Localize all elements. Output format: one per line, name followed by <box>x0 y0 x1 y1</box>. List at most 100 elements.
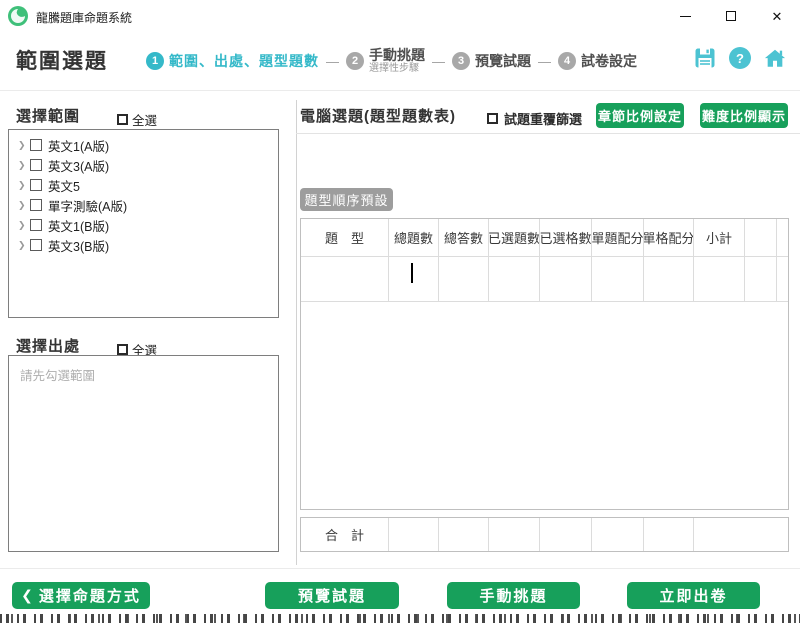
tree-item-checkbox[interactable] <box>30 139 42 151</box>
help-icon[interactable]: ? <box>729 47 751 69</box>
chevron-right-icon[interactable]: ❯ <box>18 140 30 151</box>
tree-item-label: 單字測驗(A版) <box>48 196 127 215</box>
col-header-total-answers: 總答數 <box>439 219 489 257</box>
duplicate-filter-label: 試題重覆篩選 <box>504 109 582 128</box>
total-cell <box>592 518 644 551</box>
chevron-left-icon: ❮ <box>21 587 33 604</box>
col-header-points-per-blank: 單格配分 <box>644 219 694 257</box>
preview-questions-button[interactable]: 預覽試題 <box>265 582 399 609</box>
text-cursor <box>411 263 413 283</box>
manual-pick-button[interactable]: 手動挑題 <box>447 582 580 609</box>
step-2-manual-pick: 2 手動挑題 選擇性步驟 <box>346 47 425 75</box>
tree-item-label: 英文1(A版) <box>48 136 109 155</box>
range-tree[interactable]: ❯ 英文1(A版) ❯ 英文3(A版) ❯ 英文5 ❯ 單字測驗(A版) ❯ 英… <box>8 129 279 318</box>
col-header-total-questions: 總題數 <box>389 219 439 257</box>
tree-item-checkbox[interactable] <box>30 199 42 211</box>
chevron-right-icon[interactable]: ❯ <box>18 200 30 211</box>
app-logo-icon <box>8 6 28 26</box>
source-select-all-checkbox[interactable] <box>117 344 128 355</box>
tree-item-eng1a[interactable]: ❯ 英文1(A版) <box>9 135 278 155</box>
total-cell <box>694 518 788 551</box>
col-header-extra1 <box>745 219 777 257</box>
total-cell <box>439 518 489 551</box>
step-1-range: 1 範圍、出處、題型題數 <box>146 51 319 71</box>
header-action-icons: ? <box>694 47 786 69</box>
col-header-extra2 <box>777 219 788 257</box>
close-icon[interactable]: ✕ <box>754 0 800 32</box>
tree-item-label: 英文5 <box>48 176 80 195</box>
tree-item-checkbox[interactable] <box>30 159 42 171</box>
step-2-sublabel: 選擇性步驟 <box>369 63 425 75</box>
question-type-table: 題 型 總題數 總答數 已選題數 已選格數 單題配分 單格配分 小計 <box>300 218 789 510</box>
tree-item-label: 英文1(B版) <box>48 216 109 235</box>
total-label: 合 計 <box>301 518 389 551</box>
minimize-icon[interactable] <box>662 0 708 32</box>
chevron-right-icon[interactable]: ❯ <box>18 160 30 171</box>
range-select-all[interactable]: 全選 <box>117 110 157 129</box>
source-section-title: 選擇出處 <box>16 335 80 356</box>
wizard-header: 範圍選題 1 範圍、出處、題型題數 — 2 手動挑題 選擇性步驟 — 3 預覽試… <box>0 32 800 91</box>
tree-item-eng3a[interactable]: ❯ 英文3(A版) <box>9 155 278 175</box>
step-1-badge: 1 <box>146 52 164 70</box>
chapter-ratio-button[interactable]: 章節比例設定 <box>596 103 684 128</box>
tree-item-eng3b[interactable]: ❯ 英文3(B版) <box>9 235 278 255</box>
range-select-all-label: 全選 <box>132 110 157 129</box>
step-separator: — <box>432 54 445 69</box>
tree-item-checkbox[interactable] <box>30 239 42 251</box>
cell-extra1 <box>745 257 777 302</box>
tree-item-eng5[interactable]: ❯ 英文5 <box>9 175 278 195</box>
total-cell <box>489 518 540 551</box>
cell-points-per-question[interactable] <box>592 257 644 302</box>
back-to-method-button[interactable]: ❮ 選擇命題方式 <box>12 582 150 609</box>
step-separator: — <box>326 54 339 69</box>
duplicate-filter[interactable]: 試題重覆篩選 <box>487 109 582 128</box>
tree-item-checkbox[interactable] <box>30 219 42 231</box>
cell-selected-questions[interactable] <box>489 257 540 302</box>
total-cell <box>389 518 439 551</box>
page-title: 範圍選題 <box>16 45 108 75</box>
total-cell <box>644 518 694 551</box>
step-4-badge: 4 <box>558 52 576 70</box>
chevron-right-icon[interactable]: ❯ <box>18 240 30 251</box>
cell-subtotal[interactable] <box>694 257 745 302</box>
clipped-text-fragments <box>0 614 800 623</box>
cell-type[interactable] <box>301 257 389 302</box>
step-2-badge: 2 <box>346 52 364 70</box>
cell-total-answers[interactable] <box>439 257 489 302</box>
save-icon[interactable] <box>694 47 716 69</box>
window-title: 龍騰題庫命題系統 <box>36 9 132 26</box>
tree-item-vocab-a[interactable]: ❯ 單字測驗(A版) <box>9 195 278 215</box>
total-row-table: 合 計 <box>300 517 789 552</box>
total-cell <box>540 518 592 551</box>
duplicate-filter-checkbox[interactable] <box>487 113 498 124</box>
difficulty-ratio-button[interactable]: 難度比例顯示 <box>700 103 788 128</box>
range-section-title: 選擇範圍 <box>16 105 80 126</box>
step-4-settings: 4 試卷設定 <box>558 51 637 71</box>
vertical-divider <box>296 100 297 565</box>
col-header-points-per-question: 單題配分 <box>592 219 644 257</box>
tree-item-label: 英文3(B版) <box>48 236 109 255</box>
step-3-badge: 3 <box>452 52 470 70</box>
tree-item-checkbox[interactable] <box>30 179 42 191</box>
source-placeholder: 請先勾選範圍 <box>20 369 95 383</box>
chevron-right-icon[interactable]: ❯ <box>18 220 30 231</box>
maximize-icon[interactable] <box>708 0 754 32</box>
home-icon[interactable] <box>764 47 786 69</box>
app-window: 龍騰題庫命題系統 ✕ 範圍選題 1 範圍、出處、題型題數 — 2 手動挑題 選擇… <box>0 0 800 623</box>
col-header-selected-blanks: 已選格數 <box>540 219 592 257</box>
window-controls: ✕ <box>662 0 800 32</box>
cell-extra2 <box>777 257 788 302</box>
cell-points-per-blank[interactable] <box>644 257 694 302</box>
tree-item-eng1b[interactable]: ❯ 英文1(B版) <box>9 215 278 235</box>
footer-divider <box>0 568 800 569</box>
range-select-all-checkbox[interactable] <box>117 114 128 125</box>
type-order-preset-button[interactable]: 題型順序預設 <box>300 188 393 211</box>
titlebar: 龍騰題庫命題系統 ✕ <box>0 0 800 32</box>
source-list[interactable]: 請先勾選範圍 <box>8 355 279 552</box>
col-header-type: 題 型 <box>301 219 389 257</box>
cell-selected-blanks[interactable] <box>540 257 592 302</box>
step-3-preview: 3 預覽試題 <box>452 51 531 71</box>
generate-paper-button[interactable]: 立即出卷 <box>627 582 760 609</box>
chevron-right-icon[interactable]: ❯ <box>18 180 30 191</box>
cell-total-questions[interactable] <box>389 257 439 302</box>
